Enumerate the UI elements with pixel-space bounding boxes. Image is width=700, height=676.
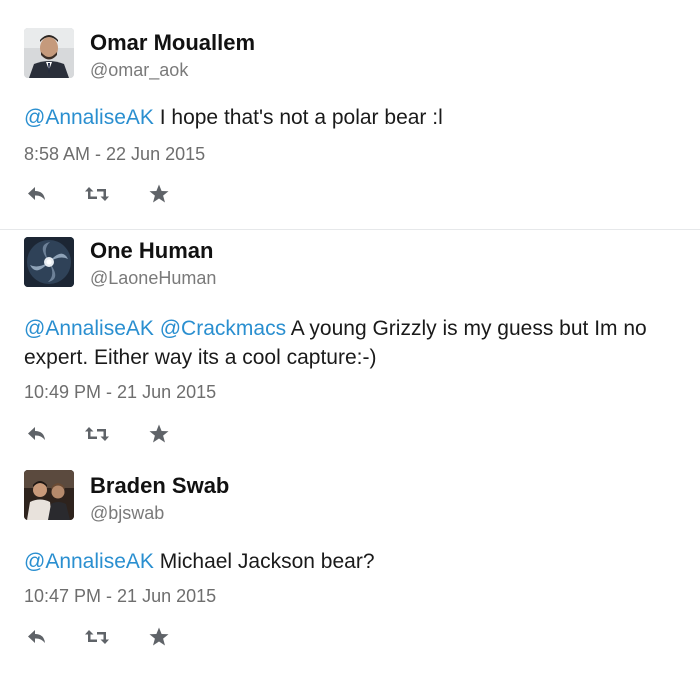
avatar-man-in-suit-image [24,28,74,78]
user-name[interactable]: Braden Swab [90,473,229,499]
user-name[interactable]: Omar Mouallem [90,30,255,56]
retweet-icon [85,427,109,441]
avatar[interactable] [24,237,74,287]
timestamp[interactable]: 8:58 AM - 22 Jun 2015 [24,144,205,165]
favorite-button[interactable] [148,420,170,448]
user-name[interactable]: One Human [90,238,213,264]
avatar[interactable] [24,470,74,520]
tweet-text: @AnnaliseAK I hope that's not a polar be… [24,103,674,132]
tweet-1: Omar Mouallem @omar_aok @AnnaliseAK I ho… [0,0,700,230]
tweet-body: Michael Jackson bear? [153,550,375,573]
mention-link[interactable]: @AnnaliseAK [24,550,154,573]
reply-button[interactable] [26,623,48,651]
reply-icon [28,630,45,643]
favorite-button[interactable] [148,180,170,208]
tweet-2: One Human @LaoneHuman @AnnaliseAK @Crack… [0,230,700,460]
reply-icon [28,427,45,440]
mention-link[interactable]: @AnnaliseAK [24,106,154,129]
user-handle[interactable]: @bjswab [90,503,164,524]
timestamp[interactable]: 10:47 PM - 21 Jun 2015 [24,586,216,607]
mention-link[interactable]: @Crackmacs [160,317,286,340]
favorite-button[interactable] [148,623,170,651]
tweet-actions [24,623,204,651]
favorite-icon [149,184,169,203]
user-handle[interactable]: @LaoneHuman [90,268,216,289]
tweet-text: @AnnaliseAK Michael Jackson bear? [24,547,674,576]
retweet-icon [85,630,109,644]
reply-button[interactable] [26,420,48,448]
avatar[interactable] [24,28,74,78]
user-handle[interactable]: @omar_aok [90,60,188,81]
reply-icon [28,187,45,200]
reply-button[interactable] [26,180,48,208]
favorite-icon [149,627,169,646]
mention-link[interactable]: @AnnaliseAK [24,317,154,340]
retweet-icon [85,187,109,201]
tweet-body: I hope that's not a polar bear :l [153,106,443,129]
retweet-button[interactable] [84,180,110,208]
tweet-actions [24,420,204,448]
tweet-3: Braden Swab @bjswab @AnnaliseAK Michael … [0,460,700,676]
tweet-actions [24,180,204,208]
avatar-photo-group-image [24,470,74,520]
retweet-button[interactable] [84,420,110,448]
favorite-icon [149,424,169,443]
timestamp[interactable]: 10:49 PM - 21 Jun 2015 [24,382,216,403]
retweet-button[interactable] [84,623,110,651]
tweet-text: @AnnaliseAK @Crackmacs A young Grizzly i… [24,314,674,372]
avatar-galaxy-image [24,237,74,287]
